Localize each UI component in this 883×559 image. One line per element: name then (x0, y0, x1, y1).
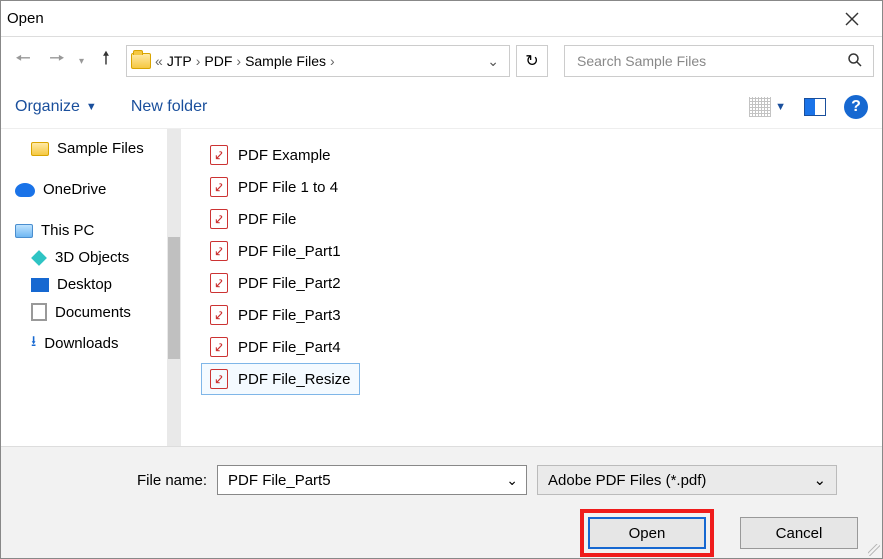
view-icon (749, 97, 771, 117)
back-button[interactable]: 🠔 (9, 47, 37, 75)
folder-icon (131, 53, 151, 69)
crumb-overflow-icon: « (155, 53, 163, 69)
pdf-icon: ⤦ (210, 177, 228, 197)
pdf-icon: ⤦ (210, 305, 228, 325)
pdf-icon: ⤦ (210, 209, 228, 229)
pdf-icon: ⤦ (210, 337, 228, 357)
organize-menu[interactable]: Organize ▼ (15, 98, 97, 116)
search-icon (847, 52, 863, 71)
tree-label: Downloads (44, 335, 118, 352)
desktop-icon (31, 278, 49, 292)
chevron-down-icon: ⌄ (813, 471, 826, 489)
close-button[interactable] (832, 4, 872, 34)
file-item[interactable]: ⤦ PDF Example (201, 139, 340, 171)
pc-icon (15, 224, 33, 238)
sidebar-scrollbar[interactable] (167, 129, 181, 446)
open-button-highlight: Open (580, 509, 714, 557)
tree-label: 3D Objects (55, 249, 129, 266)
resize-grip[interactable] (868, 544, 880, 556)
pdf-icon: ⤦ (210, 241, 228, 261)
file-name: PDF File_Part3 (238, 307, 341, 324)
title-bar: Open (1, 1, 882, 37)
file-name: PDF File (238, 211, 296, 228)
filename-combobox[interactable]: ⌄ (217, 465, 527, 495)
nav-row: 🠔 🠖 ▾ 🠕 « JTP › PDF › Sample Files › ⌄ ↻ (1, 37, 882, 85)
close-icon (845, 12, 859, 26)
filetype-select[interactable]: Adobe PDF Files (*.pdf) ⌄ (537, 465, 837, 495)
tree-label: OneDrive (43, 181, 106, 198)
file-item[interactable]: ⤦ PDF File_Part2 (201, 267, 350, 299)
documents-icon (31, 303, 47, 321)
tree-item-desktop[interactable]: Desktop (1, 271, 181, 298)
file-item[interactable]: ⤦ PDF File_Part3 (201, 299, 350, 331)
breadcrumb-jtp[interactable]: JTP (167, 53, 192, 69)
chevron-down-icon: ▼ (775, 101, 786, 113)
file-item[interactable]: ⤦ PDF File_Part4 (201, 331, 350, 363)
pdf-icon: ⤦ (210, 369, 228, 389)
tree-item-onedrive[interactable]: OneDrive (1, 176, 181, 203)
refresh-button[interactable]: ↻ (516, 45, 548, 77)
breadcrumb-sample-files[interactable]: Sample Files (245, 53, 326, 69)
nav-tree: Sample Files OneDrive This PC 3D Objects… (1, 129, 181, 446)
file-name: PDF File_Part1 (238, 243, 341, 260)
tree-label: Desktop (57, 276, 112, 293)
filename-input[interactable] (226, 471, 506, 490)
file-item[interactable]: ⤦ PDF File (201, 203, 305, 235)
help-button[interactable]: ? (844, 95, 868, 119)
chevron-down-icon[interactable]: ⌄ (506, 472, 518, 489)
cancel-button[interactable]: Cancel (740, 517, 858, 549)
open-button[interactable]: Open (588, 517, 706, 549)
folder-icon (31, 142, 49, 156)
file-name: PDF File 1 to 4 (238, 179, 338, 196)
download-icon: ⭳ (31, 331, 36, 356)
address-bar[interactable]: « JTP › PDF › Sample Files › ⌄ (126, 45, 510, 77)
dialog-title: Open (7, 10, 44, 27)
objects3d-icon (31, 250, 47, 266)
tree-item-this-pc[interactable]: This PC (1, 217, 181, 244)
address-dropdown[interactable]: ⌄ (481, 53, 505, 70)
history-dropdown[interactable]: ▾ (77, 56, 86, 67)
file-name: PDF File_Part2 (238, 275, 341, 292)
file-name: PDF Example (238, 147, 331, 164)
file-item[interactable]: ⤦ PDF File_Part1 (201, 235, 350, 267)
preview-pane-button[interactable] (804, 98, 826, 116)
toolbar: Organize ▼ New folder ▼ ? (1, 85, 882, 129)
scrollbar-thumb[interactable] (168, 237, 180, 359)
tree-item-sample-files[interactable]: Sample Files (1, 135, 181, 162)
chevron-right-icon: › (236, 53, 241, 69)
chevron-right-icon: › (330, 53, 335, 69)
chevron-right-icon: › (196, 53, 201, 69)
bottom-bar: File name: ⌄ Adobe PDF Files (*.pdf) ⌄ O… (1, 446, 882, 558)
tree-label: Documents (55, 304, 131, 321)
chevron-down-icon: ▼ (86, 101, 97, 113)
onedrive-icon (15, 183, 35, 197)
forward-button[interactable]: 🠖 (43, 47, 71, 75)
file-list: ⤦ PDF Example ⤦ PDF File 1 to 4 ⤦ PDF Fi… (181, 129, 882, 446)
main-area: Sample Files OneDrive This PC 3D Objects… (1, 129, 882, 446)
tree-item-downloads[interactable]: ⭳ Downloads (1, 326, 181, 361)
new-folder-button[interactable]: New folder (131, 98, 207, 116)
filetype-value: Adobe PDF Files (*.pdf) (548, 472, 706, 489)
breadcrumb-pdf[interactable]: PDF (204, 53, 232, 69)
search-box[interactable] (564, 45, 874, 77)
pdf-icon: ⤦ (210, 273, 228, 293)
pdf-icon: ⤦ (210, 145, 228, 165)
file-name: PDF File_Part4 (238, 339, 341, 356)
tree-item-3d-objects[interactable]: 3D Objects (1, 244, 181, 271)
file-name: PDF File_Resize (238, 371, 351, 388)
tree-item-documents[interactable]: Documents (1, 298, 181, 326)
view-menu[interactable]: ▼ (749, 97, 786, 117)
file-item-selected[interactable]: ⤦ PDF File_Resize (201, 363, 360, 395)
tree-label: Sample Files (57, 140, 144, 157)
search-input[interactable] (575, 52, 847, 70)
tree-label: This PC (41, 222, 94, 239)
up-button[interactable]: 🠕 (92, 47, 120, 75)
file-item[interactable]: ⤦ PDF File 1 to 4 (201, 171, 347, 203)
organize-label: Organize (15, 98, 80, 116)
filename-label: File name: (137, 472, 207, 489)
